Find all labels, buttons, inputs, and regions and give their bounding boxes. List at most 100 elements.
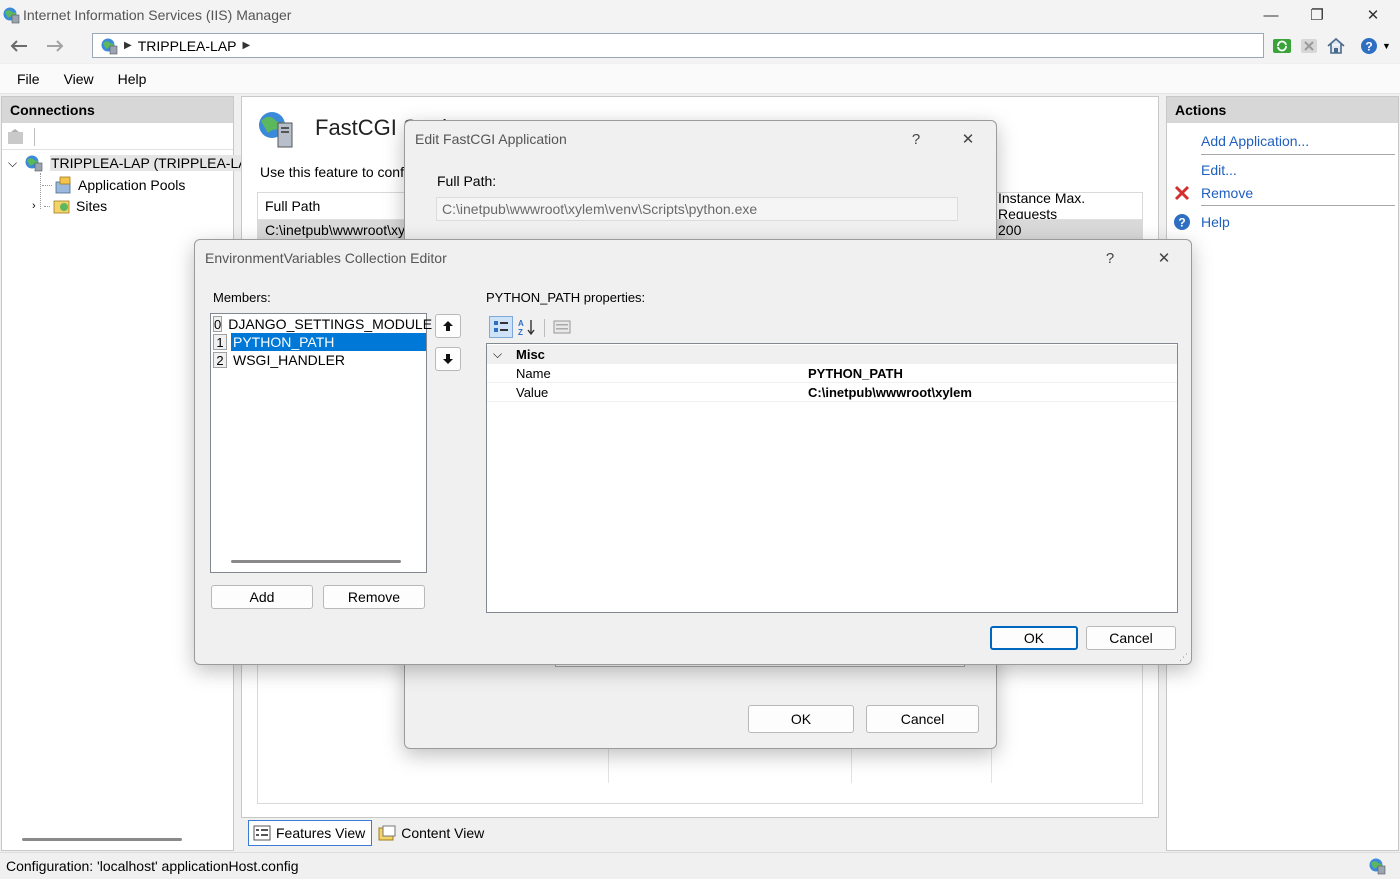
tab-features-view[interactable]: Features View: [248, 820, 373, 846]
tree-server-label: TRIPPLEA-LAP (TRIPPLEA-LAP: [50, 155, 258, 171]
svg-text:A: A: [518, 319, 524, 328]
list-item-selected[interactable]: 1 PYTHON_PATH: [213, 333, 426, 351]
fastcgi-feature-icon: [259, 112, 293, 148]
connect-icon[interactable]: [7, 129, 25, 145]
restore-button[interactable]: ❐: [1294, 0, 1340, 30]
address-bar[interactable]: ▶ TRIPPLEA-LAP ▶: [92, 33, 1264, 58]
application-pools-icon: [55, 176, 71, 194]
properties-label: PYTHON_PATH properties:: [486, 290, 646, 305]
property-value: PYTHON_PATH: [808, 365, 903, 381]
remove-member-button[interactable]: Remove: [323, 585, 425, 609]
dropdown-chevron-icon: ▼: [1382, 41, 1391, 51]
window-title: Internet Information Services (IIS) Mana…: [23, 7, 292, 23]
alphabetical-button[interactable]: AZ: [515, 316, 539, 338]
view-tabs: Features View Content View: [241, 820, 492, 848]
action-help-label: Help: [1201, 214, 1230, 230]
arrow-up-icon: [443, 321, 453, 331]
member-index: 2: [213, 352, 227, 368]
close-window-button[interactable]: ✕: [1350, 0, 1396, 30]
tab-content-view[interactable]: Content View: [374, 820, 490, 846]
help-menu-button[interactable]: ? ▼: [1356, 34, 1394, 58]
members-list[interactable]: 0 DJANGO_SETTINGS_MODULE 1 PYTHON_PATH 2…: [210, 313, 432, 573]
question-icon: ?: [911, 130, 921, 148]
menu-help[interactable]: Help: [109, 71, 156, 87]
chevron-right-icon[interactable]: ›: [32, 200, 44, 212]
server-icon: [25, 155, 43, 172]
question-icon: ?: [1105, 249, 1115, 267]
property-row-value[interactable]: Value C:\inetpub\wwwroot\xylem: [487, 383, 1177, 402]
property-row-name[interactable]: Name PYTHON_PATH: [487, 364, 1177, 383]
stop-icon: [1301, 39, 1317, 53]
ok-button[interactable]: OK: [748, 705, 854, 733]
list-item[interactable]: 2 WSGI_HANDLER: [213, 351, 426, 369]
menu-file[interactable]: File: [8, 71, 49, 87]
svg-text:?: ?: [1365, 40, 1372, 54]
action-help[interactable]: ? Help: [1173, 213, 1230, 231]
breadcrumb-server[interactable]: TRIPPLEA-LAP: [138, 38, 237, 54]
move-up-button[interactable]: [435, 314, 461, 338]
minimize-button[interactable]: —: [1248, 0, 1294, 30]
action-remove[interactable]: Remove: [1173, 184, 1253, 202]
move-down-button[interactable]: [435, 347, 461, 371]
list-item[interactable]: 0 DJANGO_SETTINGS_MODULE: [213, 315, 432, 333]
sort-alphabetical-icon: AZ: [518, 319, 535, 336]
back-arrow-icon: [10, 40, 27, 52]
tree-node-app-pools[interactable]: Application Pools: [42, 175, 185, 195]
actions-panel: Actions Add Application... Edit... Remov…: [1166, 96, 1399, 851]
tree-node-server[interactable]: ⌵ TRIPPLEA-LAP (TRIPPLEA-LAP: [8, 153, 258, 173]
iis-app-icon: [3, 7, 20, 24]
chevron-down-icon[interactable]: ⌵: [493, 347, 502, 362]
breadcrumb-chevron-icon[interactable]: ▶: [243, 40, 251, 51]
title-bar: Internet Information Services (IIS) Mana…: [0, 0, 1400, 30]
home-button[interactable]: [1324, 34, 1348, 58]
members-label: Members:: [213, 290, 271, 305]
property-grid[interactable]: ⌵ Misc Name PYTHON_PATH Value C:\inetpub…: [486, 343, 1178, 613]
menu-view[interactable]: View: [55, 71, 103, 87]
tree-node-sites[interactable]: › Sites: [32, 196, 107, 216]
forward-button[interactable]: [40, 33, 70, 59]
svg-text:Z: Z: [518, 328, 523, 336]
column-instance-max[interactable]: Instance Max. Requests: [991, 190, 1143, 222]
status-bar: Configuration: 'localhost' applicationHo…: [0, 852, 1400, 879]
chevron-down-icon[interactable]: ⌵: [8, 156, 24, 171]
help-icon: ?: [1174, 214, 1190, 230]
server-status-icon: [1369, 858, 1386, 875]
remove-icon: [1174, 185, 1190, 201]
horizontal-scrollbar[interactable]: [22, 838, 182, 841]
toolbar-divider: [34, 128, 35, 146]
breadcrumb-separator-icon[interactable]: ▶: [124, 40, 132, 51]
cancel-button[interactable]: Cancel: [866, 705, 979, 733]
dialog-title: Edit FastCGI Application: [415, 131, 567, 147]
full-path-field[interactable]: C:\inetpub\wwwroot\xylem\venv\Scripts\py…: [436, 197, 958, 221]
minimize-icon: —: [1263, 6, 1279, 24]
property-pages-button[interactable]: [550, 316, 574, 338]
close-button[interactable]: ✕: [953, 121, 983, 157]
connections-header: Connections: [2, 97, 233, 123]
svg-text:?: ?: [1178, 216, 1185, 230]
close-button[interactable]: ✕: [1149, 240, 1179, 276]
cancel-button[interactable]: Cancel: [1086, 626, 1176, 650]
sites-icon: [53, 200, 70, 214]
tab-content-label: Content View: [401, 825, 485, 841]
back-button[interactable]: [4, 33, 34, 59]
close-icon: ✕: [961, 131, 975, 148]
horizontal-scrollbar[interactable]: [231, 560, 401, 563]
help-button[interactable]: ?: [1095, 240, 1125, 276]
categorized-button[interactable]: [489, 316, 513, 338]
stop-button[interactable]: [1297, 34, 1321, 58]
restore-icon: ❐: [1310, 7, 1324, 24]
add-member-button[interactable]: Add: [211, 585, 313, 609]
help-button[interactable]: ?: [901, 121, 931, 157]
action-edit[interactable]: Edit...: [1201, 162, 1237, 178]
refresh-button[interactable]: [1270, 34, 1294, 58]
action-add-application[interactable]: Add Application...: [1201, 133, 1309, 149]
resize-grip-icon[interactable]: ⋰: [1179, 652, 1188, 663]
row-instance-max: 200: [998, 222, 1022, 238]
member-index: 0: [213, 316, 223, 332]
menu-bar: File View Help: [0, 64, 1400, 94]
category-row-misc[interactable]: ⌵ Misc: [487, 345, 1177, 364]
ok-button[interactable]: OK: [990, 626, 1078, 650]
server-globe-icon: [101, 38, 118, 54]
dialog-title: EnvironmentVariables Collection Editor: [205, 250, 447, 266]
connections-toolbar: [2, 124, 233, 150]
